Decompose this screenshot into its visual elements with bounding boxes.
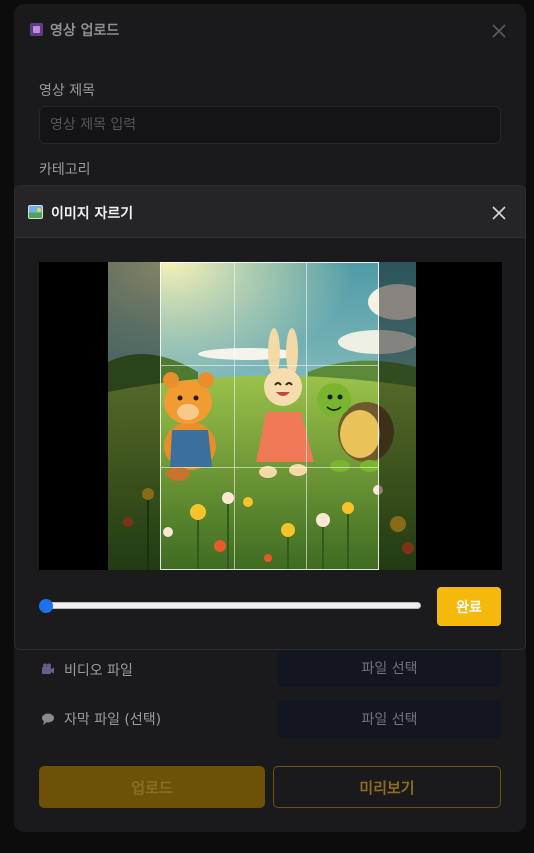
upload-modal-title: 영상 업로드 xyxy=(50,23,120,39)
close-icon[interactable] xyxy=(490,204,508,222)
close-icon[interactable] xyxy=(490,22,508,40)
camera-icon xyxy=(42,663,54,674)
crop-overlay-right xyxy=(379,262,416,570)
zoom-slider-track[interactable] xyxy=(47,602,421,609)
upload-modal-header: 영상 업로드 xyxy=(14,4,526,56)
preview-button[interactable]: 미리보기 xyxy=(273,766,501,808)
video-file-select-button[interactable]: 파일 선택 xyxy=(278,649,501,687)
subtitle-file-label: 자막 파일 (선택) xyxy=(64,712,162,728)
video-title-input[interactable] xyxy=(39,106,501,144)
crop-grid-line xyxy=(234,263,235,569)
image-crop-modal: 이미지 자르기 완료 xyxy=(14,185,526,650)
clapper-icon xyxy=(30,23,43,36)
speech-bubble-icon xyxy=(42,713,54,725)
crop-modal-title: 이미지 자르기 xyxy=(51,206,134,222)
zoom-slider[interactable] xyxy=(39,595,423,617)
crop-selection-box[interactable] xyxy=(160,262,379,570)
crop-modal-header: 이미지 자르기 xyxy=(15,186,525,238)
crop-canvas[interactable] xyxy=(39,262,502,570)
crop-done-button[interactable]: 완료 xyxy=(437,587,501,626)
upload-button[interactable]: 업로드 xyxy=(39,766,265,808)
category-label: 카테고리 xyxy=(39,162,91,178)
subtitle-file-select-button[interactable]: 파일 선택 xyxy=(278,700,501,738)
crop-grid-line xyxy=(161,467,378,468)
crop-overlay-left xyxy=(108,262,160,570)
zoom-slider-thumb[interactable] xyxy=(39,599,53,613)
video-file-label: 비디오 파일 xyxy=(64,663,133,679)
crop-grid-line xyxy=(306,263,307,569)
crop-grid-line xyxy=(161,365,378,366)
picture-icon xyxy=(28,205,43,219)
video-title-label: 영상 제목 xyxy=(39,83,95,99)
